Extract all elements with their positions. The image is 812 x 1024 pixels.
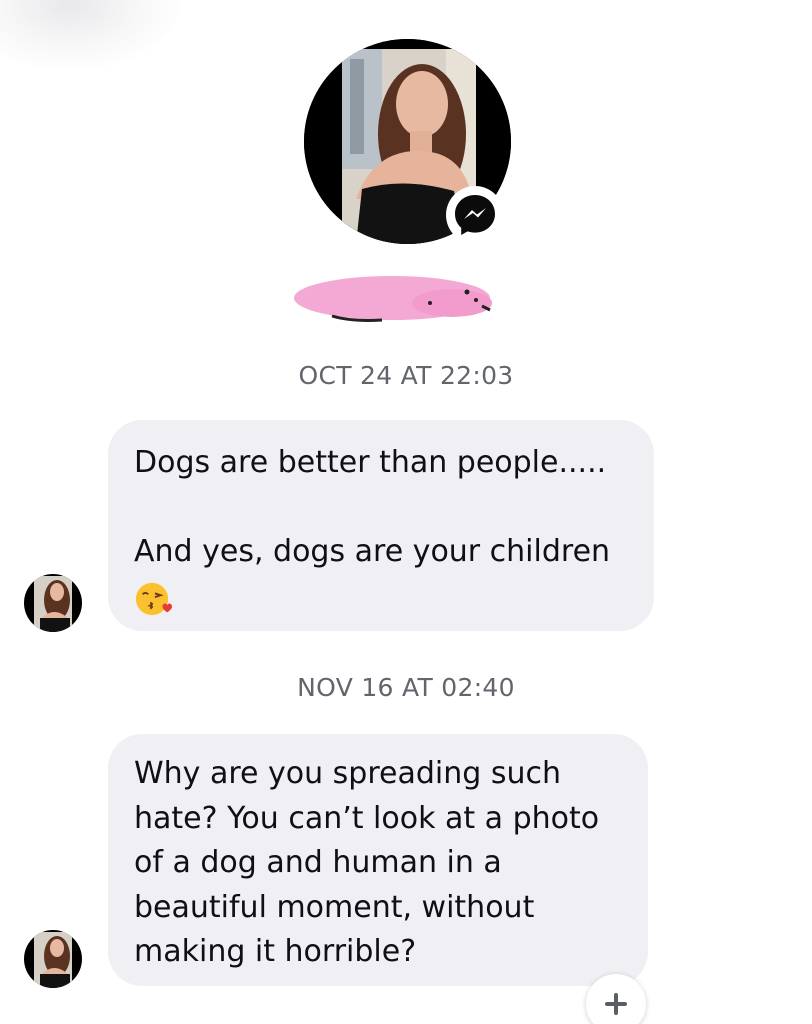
profile-photo-icon bbox=[34, 576, 72, 632]
corner-shade bbox=[0, 0, 180, 70]
profile-photo-icon bbox=[34, 932, 72, 988]
messenger-badge bbox=[446, 186, 504, 244]
conversation-screen: OCT 24 AT 22:03 Dogs are better than peo… bbox=[0, 0, 812, 1024]
timestamp: OCT 24 AT 22:03 bbox=[298, 361, 514, 390]
message-bubble[interactable]: Dogs are better than people..... And yes… bbox=[108, 420, 654, 631]
redacted-name bbox=[294, 276, 492, 322]
sender-avatar[interactable] bbox=[24, 930, 82, 988]
sender-avatar[interactable] bbox=[24, 574, 82, 632]
message-text: Dogs are better than people..... bbox=[134, 445, 607, 480]
message-text: And yes, dogs are your children bbox=[134, 534, 611, 569]
kissing-face-with-heart-emoji-icon bbox=[135, 582, 172, 616]
messenger-icon bbox=[455, 195, 495, 235]
timestamp: NOV 16 AT 02:40 bbox=[297, 673, 515, 702]
plus-icon bbox=[605, 993, 627, 1015]
add-reaction-button[interactable] bbox=[586, 974, 646, 1024]
message-bubble[interactable]: Why are you spreading such hate? You can… bbox=[108, 734, 648, 986]
message-text: Why are you spreading such hate? You can… bbox=[134, 756, 600, 969]
